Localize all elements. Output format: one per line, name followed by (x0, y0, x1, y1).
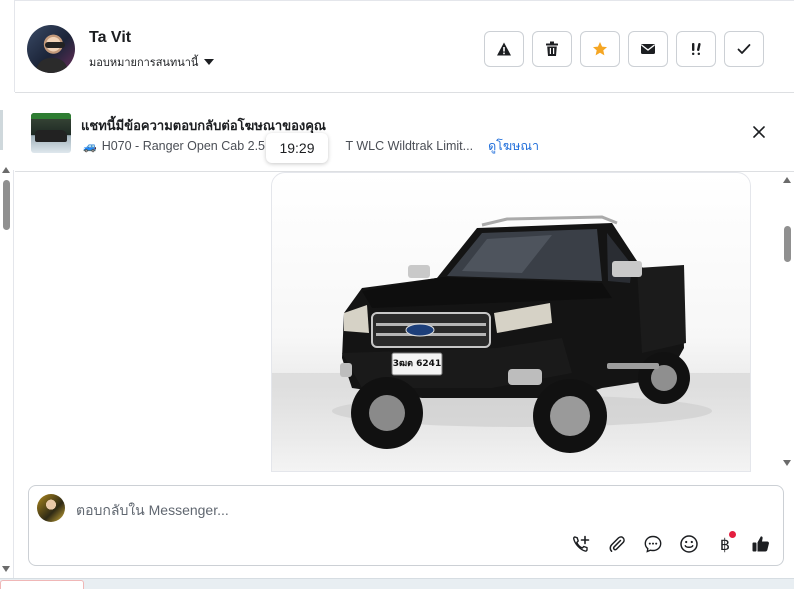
message-image[interactable]: 3ฒต 6241 (271, 172, 751, 472)
report-spam-button[interactable] (484, 31, 524, 67)
scroll-down-arrow-icon[interactable] (2, 566, 10, 572)
contact-name[interactable]: Ta Vit (89, 29, 131, 47)
follow-up-button[interactable] (676, 31, 716, 67)
envelope-icon (641, 44, 655, 54)
thread-scroll-down-icon[interactable] (783, 460, 791, 466)
ad-thumbnail-sign (31, 113, 71, 119)
composer-toolbar: ฿ (569, 531, 773, 556)
message-timestamp-tooltip: 19:29 (266, 133, 328, 163)
assign-conversation-dropdown[interactable]: มอบหมายการสนทนานี้ (89, 53, 215, 71)
conversation-toolbar (484, 31, 764, 67)
ad-thumbnail-car (35, 130, 67, 142)
license-plate-text: 3ฒต 6241 (393, 359, 441, 369)
add-call-button[interactable] (569, 532, 593, 556)
ad-thumbnail[interactable] (31, 113, 71, 153)
delete-button[interactable] (532, 31, 572, 67)
thumbs-up-icon (752, 536, 769, 552)
star-icon (593, 42, 607, 56)
contact-avatar[interactable] (27, 25, 75, 73)
add-call-icon (573, 535, 590, 552)
caret-down-icon (204, 59, 215, 65)
attach-button[interactable] (605, 532, 629, 556)
ad-reply-banner: แชทนี้มีข้อความตอบกลับต่อโฆษณาของคุณ 🚙 H… (15, 93, 794, 172)
check-icon (737, 44, 751, 54)
paperclip-icon (609, 536, 625, 552)
ad-name-text-tail: T WLC Wildtrak Limit... (345, 139, 474, 153)
adjacent-panel-edge (0, 110, 3, 150)
view-ad-link[interactable]: ดูโฆษณา (488, 136, 539, 156)
chat-bubble-icon (644, 535, 662, 553)
new-feature-badge (729, 531, 736, 538)
exclamation-icon (692, 43, 701, 55)
avatar-glasses (45, 42, 65, 48)
warning-triangle-icon (497, 42, 511, 56)
scroll-up-arrow-icon[interactable] (2, 167, 10, 173)
truck-icon: 🚙 (83, 140, 97, 153)
conversation-list-scrollbar[interactable] (0, 170, 14, 578)
star-button[interactable] (580, 31, 620, 67)
pickup-truck-photo: 3ฒต 6241 (332, 215, 712, 453)
like-button[interactable] (749, 532, 773, 556)
avatar-shirt (36, 58, 68, 73)
close-icon[interactable] (751, 124, 767, 140)
reply-input[interactable] (76, 500, 756, 520)
reply-composer: ฿ (28, 485, 784, 566)
smiley-icon (680, 535, 698, 553)
message-thread: 3ฒต 6241 (15, 172, 779, 472)
thread-scroll-up-icon[interactable] (783, 177, 791, 183)
assign-label: มอบหมายการสนทนานี้ (89, 57, 199, 69)
conversation-list-scroll-thumb[interactable] (3, 180, 10, 230)
page-avatar (37, 494, 65, 522)
payment-button[interactable]: ฿ (713, 531, 737, 556)
conversation-header: Ta Vit มอบหมายการสนทนานี้ (15, 0, 794, 93)
thread-scroll-thumb[interactable] (784, 226, 791, 262)
status-strip (0, 578, 794, 589)
mark-unread-button[interactable] (628, 31, 668, 67)
emoji-button[interactable] (677, 532, 701, 556)
thread-scrollbar[interactable] (779, 172, 794, 472)
baht-icon: ฿ (719, 534, 731, 554)
messenger-inbox-panel: Ta Vit มอบหมายการสนทนานี้ แชทนี้มีข้อควา… (0, 0, 794, 589)
saved-replies-button[interactable] (641, 532, 665, 556)
bottom-tab[interactable] (0, 580, 84, 589)
trash-icon (546, 41, 558, 56)
ad-name-text: H070 - Ranger Open Cab 2.5 H (101, 139, 278, 153)
mark-done-button[interactable] (724, 31, 764, 67)
